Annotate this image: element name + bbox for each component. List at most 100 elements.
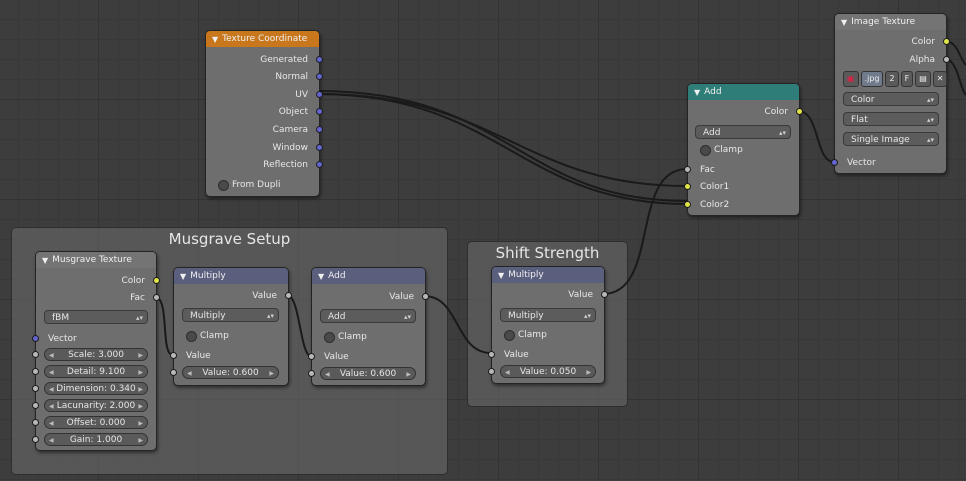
triangle-down-icon[interactable]: ▼ xyxy=(841,18,847,27)
socket[interactable] xyxy=(684,183,691,190)
users-count[interactable]: 2 xyxy=(885,71,899,87)
socket[interactable] xyxy=(831,159,838,166)
node-header[interactable]: ▼ Image Texture xyxy=(835,14,946,30)
output-color: Color xyxy=(36,274,160,288)
output-normal: Normal xyxy=(206,70,323,84)
socket[interactable] xyxy=(943,56,950,63)
node-title: Texture Coordinate xyxy=(222,34,308,44)
node-header[interactable]: ▼ Add xyxy=(688,84,799,100)
color-space-dropdown[interactable]: Color ▴▾ xyxy=(843,92,939,106)
triangle-down-icon[interactable]: ▼ xyxy=(180,272,186,281)
dimension-field[interactable]: ◀ Dimension: 0.340 ▶ xyxy=(44,382,148,395)
triangle-down-icon[interactable]: ▼ xyxy=(212,35,218,44)
socket[interactable] xyxy=(153,277,160,284)
socket[interactable] xyxy=(32,385,39,392)
projection-dropdown[interactable]: Flat ▴▾ xyxy=(843,112,939,126)
node-multiply-1[interactable]: ▼ Multiply Value Multiply ▴▾ Clamp Value … xyxy=(170,267,292,386)
fake-user-button[interactable]: F xyxy=(900,71,914,87)
node-header[interactable]: ▼ Musgrave Texture xyxy=(36,252,156,268)
socket[interactable] xyxy=(316,56,323,63)
socket[interactable] xyxy=(308,353,315,360)
clamp-checkbox[interactable]: Clamp xyxy=(502,329,547,341)
arrow-left-icon: ◀ xyxy=(49,369,54,376)
socket[interactable] xyxy=(170,352,177,359)
triangle-down-icon[interactable]: ▼ xyxy=(694,88,700,97)
socket[interactable] xyxy=(316,108,323,115)
node-multiply-2[interactable]: ▼ Multiply Value Multiply ▴▾ Clamp Value … xyxy=(488,266,608,384)
operation-dropdown[interactable]: Multiply ▴▾ xyxy=(500,308,596,322)
input-gain: ◀ Gain: 1.000 ▶ xyxy=(32,433,156,447)
socket[interactable] xyxy=(684,166,691,173)
socket[interactable] xyxy=(285,292,292,299)
node-header[interactable]: ▼ Add xyxy=(312,268,425,284)
clamp-checkbox[interactable]: Clamp xyxy=(698,144,743,156)
value-field[interactable]: ◀ Value: 0.600 ▶ xyxy=(182,366,279,379)
socket[interactable] xyxy=(32,402,39,409)
socket[interactable] xyxy=(316,144,323,151)
node-header[interactable]: ▼ Texture Coordinate xyxy=(206,31,319,47)
socket[interactable] xyxy=(488,368,495,375)
socket[interactable] xyxy=(316,91,323,98)
socket[interactable] xyxy=(943,38,950,45)
value-field[interactable]: ◀ Value: 0.600 ▶ xyxy=(320,367,416,380)
socket[interactable] xyxy=(316,126,323,133)
socket[interactable] xyxy=(32,335,39,342)
save-icon[interactable]: ▤ xyxy=(915,71,931,87)
image-name-field[interactable]: .jpg xyxy=(860,71,884,87)
socket[interactable] xyxy=(316,73,323,80)
socket[interactable] xyxy=(684,201,691,208)
node-musgrave-texture[interactable]: ▼ Musgrave Texture Color Fac fBM ▴▾ Vecto… xyxy=(32,251,160,451)
image-icon[interactable]: ▣ xyxy=(843,71,859,87)
node-texture-coordinate[interactable]: ▼ Texture Coordinate Generated Normal UV… xyxy=(205,30,323,197)
clamp-checkbox[interactable]: Clamp xyxy=(184,330,229,342)
triangle-down-icon[interactable]: ▼ xyxy=(42,256,48,265)
node-header[interactable]: ▼ Multiply xyxy=(492,267,604,283)
input-vector: Vector xyxy=(32,332,156,346)
input-lacunarity: ◀ Lacunarity: 2.000 ▶ xyxy=(32,399,156,413)
image-selector: ▣ .jpg 2 F ▤ ✕ xyxy=(843,71,948,87)
x-icon[interactable]: ✕ xyxy=(932,71,948,87)
offset-field[interactable]: ◀ Offset: 0.000 ▶ xyxy=(44,416,148,429)
output-generated: Generated xyxy=(206,53,323,67)
socket[interactable] xyxy=(601,291,608,298)
socket[interactable] xyxy=(32,419,39,426)
link-uv-color2 xyxy=(317,93,688,205)
lacunarity-field[interactable]: ◀ Lacunarity: 2.000 ▶ xyxy=(44,399,148,412)
arrow-right-icon: ▶ xyxy=(138,437,143,444)
from-dupli-checkbox[interactable]: From Dupli xyxy=(216,179,281,191)
source-dropdown[interactable]: Single Image ▴▾ xyxy=(843,132,939,146)
node-header[interactable]: ▼ Multiply xyxy=(174,268,288,284)
operation-dropdown[interactable]: Add ▴▾ xyxy=(320,309,416,323)
scale-field[interactable]: ◀ Scale: 3.000 ▶ xyxy=(44,348,148,361)
arrow-left-icon: ◀ xyxy=(49,352,54,359)
value-field[interactable]: ◀ Value: 0.050 ▶ xyxy=(500,365,596,378)
node-image-texture[interactable]: ▼ Image Texture Color Alpha ▣ .jpg 2 F ▤… xyxy=(831,13,950,174)
socket[interactable] xyxy=(308,370,315,377)
socket[interactable] xyxy=(32,436,39,443)
socket[interactable] xyxy=(316,161,323,168)
clamp-checkbox[interactable]: Clamp xyxy=(322,331,367,343)
socket[interactable] xyxy=(170,369,177,376)
musgrave-type-dropdown[interactable]: fBM ▴▾ xyxy=(44,310,148,324)
blend-mode-dropdown[interactable]: Add ▴▾ xyxy=(695,125,791,139)
node-add-mix[interactable]: ▼ Add Color Add ▴▾ Clamp Fac Color1 Color… xyxy=(684,83,803,216)
socket[interactable] xyxy=(422,293,429,300)
input-value: Value xyxy=(308,350,425,364)
detail-field[interactable]: ◀ Detail: 9.100 ▶ xyxy=(44,365,148,378)
output-reflection: Reflection xyxy=(206,158,323,172)
socket[interactable] xyxy=(32,351,39,358)
triangle-down-icon[interactable]: ▼ xyxy=(498,271,504,280)
chevron-updown-icon: ▴▾ xyxy=(926,116,934,124)
triangle-down-icon[interactable]: ▼ xyxy=(318,272,324,281)
input-value: Value xyxy=(170,349,288,363)
socket[interactable] xyxy=(488,351,495,358)
socket[interactable] xyxy=(32,368,39,375)
gain-field[interactable]: ◀ Gain: 1.000 ▶ xyxy=(44,433,148,446)
node-add-math[interactable]: ▼ Add Value Add ▴▾ Clamp Value ◀ Value: 0.… xyxy=(308,267,429,386)
socket[interactable] xyxy=(153,294,160,301)
operation-dropdown[interactable]: Multiply ▴▾ xyxy=(182,308,279,322)
checkbox-icon xyxy=(218,180,229,191)
arrow-left-icon: ◀ xyxy=(187,370,192,377)
output-color: Color xyxy=(835,35,950,49)
socket[interactable] xyxy=(796,108,803,115)
